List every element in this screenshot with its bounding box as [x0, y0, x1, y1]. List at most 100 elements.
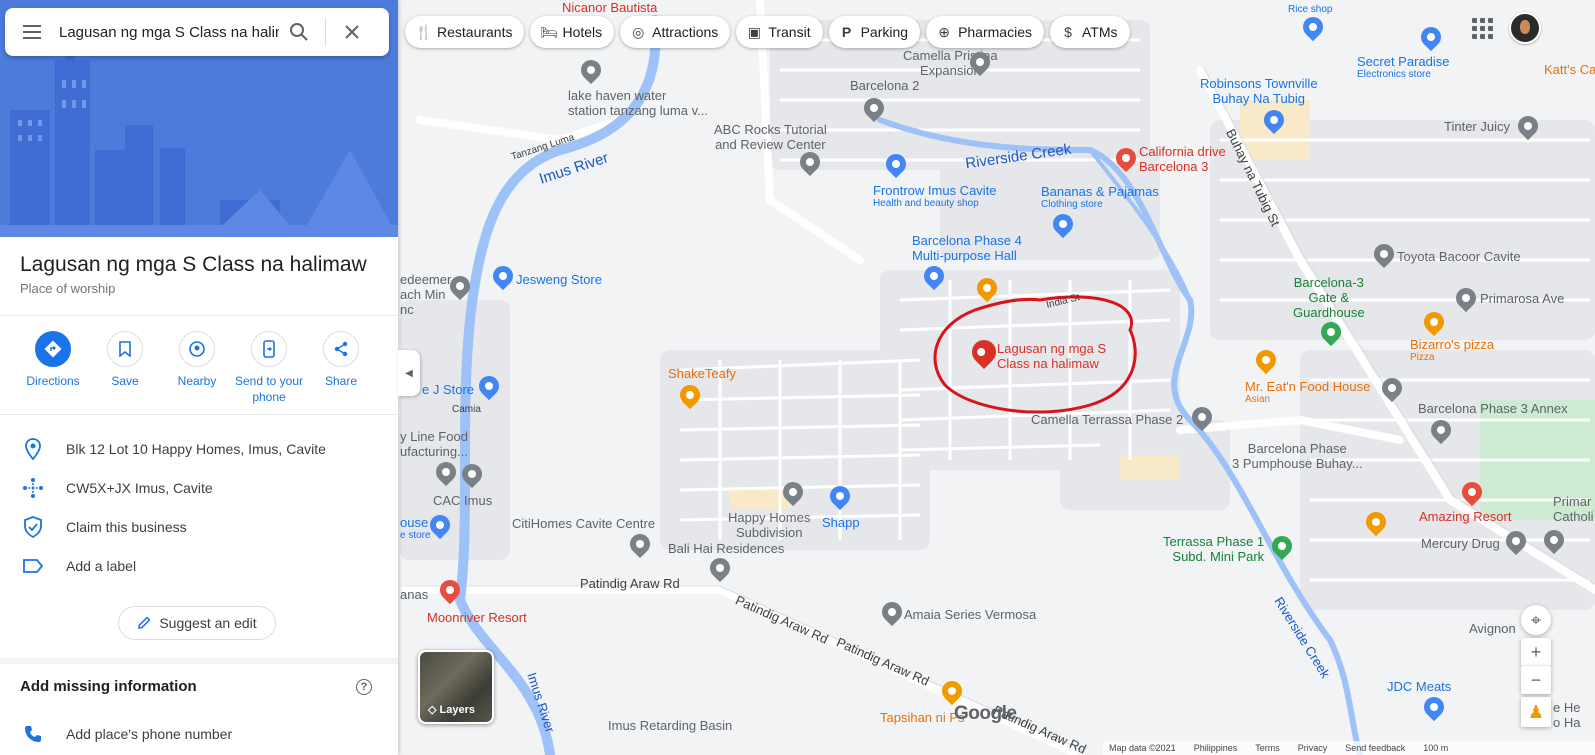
poi-bali-hai[interactable]: Bali Hai Residences	[668, 541, 784, 556]
poi-barcelona3-gate[interactable]: Barcelona-3 Gate & Guardhouse	[1293, 275, 1365, 320]
poi-mercury[interactable]: Mercury Drug	[1421, 536, 1500, 551]
poi-shaketeafy[interactable]: ShakeTeafy	[668, 366, 736, 381]
chip-pharmacies[interactable]: ⊕ Pharmacies	[926, 16, 1044, 48]
my-location-button[interactable]: ⌖	[1521, 605, 1551, 635]
add-label-row[interactable]: Add a label	[0, 548, 398, 584]
apps-grid-icon[interactable]	[1470, 16, 1494, 40]
chip-restaurants[interactable]: 🍴 Restaurants	[405, 16, 525, 48]
poi-citihomes[interactable]: CitiHomes Cavite Centre	[512, 516, 655, 531]
send-to-phone-button[interactable]: Send to your phone	[233, 331, 305, 405]
poi-cac[interactable]: CAC Imus	[433, 493, 492, 508]
poi-amazing[interactable]: Amazing Resort	[1419, 509, 1511, 524]
poi-sublabel: Electronics store	[1357, 69, 1431, 80]
chip-atms[interactable]: $ ATMs	[1049, 16, 1130, 48]
send-feedback-link[interactable]: Send feedback	[1345, 743, 1405, 753]
share-button[interactable]: Share	[305, 331, 377, 405]
bookmark-icon	[107, 331, 143, 367]
poi-primar[interactable]: Primar Catholi	[1553, 494, 1593, 524]
poi-house[interactable]: ouse e store	[400, 515, 431, 542]
directions-button[interactable]: Directions	[17, 331, 89, 405]
chip-hotels[interactable]: 🛏 Hotels	[530, 16, 615, 48]
account-avatar[interactable]	[1509, 12, 1541, 44]
menu-icon[interactable]	[5, 8, 59, 56]
divider	[0, 414, 398, 415]
poi-sublabel: Health and beauty shop	[873, 198, 979, 209]
bed-icon: 🛏	[540, 23, 559, 40]
poi-california[interactable]: California drive Barcelona 3	[1139, 144, 1226, 174]
poi-rice-shop[interactable]: Rice shop	[1288, 2, 1332, 17]
poi-primarosa[interactable]: Primarosa Ave	[1480, 291, 1564, 306]
poi-katts[interactable]: Katt's Ca	[1544, 62, 1595, 77]
poi-anas[interactable]: anas	[400, 587, 428, 602]
save-button[interactable]: Save	[89, 331, 161, 405]
suggest-edit-button[interactable]: Suggest an edit	[118, 606, 276, 640]
poi-sublabel: Pizza	[1410, 352, 1435, 363]
poi-secret-paradise[interactable]: Secret Paradise Electronics store	[1357, 54, 1450, 81]
atm-icon: $	[1064, 24, 1072, 40]
poi-barcelona3-annex[interactable]: Barcelona Phase 3 Annex	[1418, 401, 1568, 416]
pegman-button[interactable]: ♟	[1521, 697, 1551, 727]
poi-terrassa1[interactable]: Terrassa Phase 1 Subd. Mini Park	[1163, 534, 1264, 564]
poi-lake-haven[interactable]: lake haven water station tanzang luma v..…	[568, 88, 708, 118]
poi-robinsons[interactable]: Robinsons Townville Buhay Na Tubig	[1200, 76, 1318, 106]
search-button[interactable]	[279, 8, 319, 56]
poi-abc-rocks[interactable]: ABC Rocks Tutorial and Review Center	[714, 122, 827, 152]
poi-barcelona-pump[interactable]: Barcelona Phase 3 Pumphouse Buhay...	[1232, 441, 1363, 471]
layers-icon: ◇	[428, 704, 440, 716]
poi-avignon[interactable]: Avignon	[1469, 621, 1516, 636]
collapse-panel-button[interactable]: ◀	[398, 350, 420, 396]
address-row[interactable]: Blk 12 Lot 10 Happy Homes, Imus, Cavite	[0, 431, 398, 467]
poi-barcelona2[interactable]: Barcelona 2	[850, 78, 919, 93]
poi-edge[interactable]: e He o Ha	[1553, 700, 1580, 730]
poi-camella-terrassa[interactable]: Camella Terrassa Phase 2	[1031, 412, 1183, 427]
help-icon[interactable]: ?	[356, 679, 372, 695]
chip-label: Attractions	[652, 24, 719, 40]
zoom-out-button[interactable]: −	[1521, 666, 1551, 694]
poi-toyota[interactable]: Toyota Bacoor Cavite	[1397, 249, 1521, 264]
poi-label: Robinsons Townville	[1200, 76, 1318, 91]
poi-label: California drive	[1139, 144, 1226, 159]
poi-barcelona4[interactable]: Barcelona Phase 4 Multi-purpose Hall	[912, 233, 1022, 263]
plus-icon: +	[1530, 641, 1542, 662]
clear-search-button[interactable]	[332, 8, 372, 56]
poi-frontrow[interactable]: Frontrow Imus Cavite Health and beauty sh…	[873, 183, 997, 210]
zoom-in-button[interactable]: +	[1521, 638, 1551, 666]
chip-attractions[interactable]: ◎ Attractions	[620, 16, 731, 48]
poi-happy-homes[interactable]: Happy Homes Subdivision	[728, 510, 810, 540]
poi-tinter[interactable]: Tinter Juicy	[1444, 119, 1510, 134]
poi-line-food[interactable]: y Line Food ufacturing...	[400, 429, 468, 459]
scale-bar[interactable]: 100 m	[1423, 743, 1448, 753]
search-input[interactable]	[59, 17, 279, 47]
search-divider	[325, 18, 326, 46]
poi-j-store[interactable]: e J Store	[422, 382, 474, 397]
label-icon	[0, 558, 66, 574]
poi-tapsihan[interactable]: Tapsihan ni Ps	[880, 710, 965, 725]
poi-imus-retarding[interactable]: Imus Retarding Basin	[608, 718, 732, 733]
poi-shapp[interactable]: Shapp	[822, 515, 860, 530]
layers-button[interactable]: ◇ Layers	[418, 650, 494, 724]
poi-bananas[interactable]: Bananas & Pajamas Clothing store	[1041, 184, 1159, 211]
chip-transit[interactable]: ▣ Transit	[736, 16, 823, 48]
poi-mreatn[interactable]: Mr. Eat'n Food House Asian	[1245, 379, 1370, 406]
poi-label: Class na halimaw	[997, 356, 1099, 371]
place-category[interactable]: Place of worship	[20, 281, 115, 296]
poi-bizarros[interactable]: Bizarro's pizza Pizza	[1410, 337, 1494, 364]
poi-redeemer[interactable]: edeemer ach Min nc	[400, 272, 451, 317]
poi-jdc[interactable]: JDC Meats	[1387, 679, 1451, 694]
poi-moonriver[interactable]: Moonriver Resort	[427, 610, 527, 625]
country-link[interactable]: Philippines	[1194, 743, 1238, 753]
chip-parking[interactable]: P Parking	[828, 16, 921, 48]
phone-icon	[0, 725, 66, 743]
terms-link[interactable]: Terms	[1255, 743, 1280, 753]
privacy-link[interactable]: Privacy	[1298, 743, 1328, 753]
bus-icon: ▣	[747, 23, 761, 40]
poi-label: ABC Rocks Tutorial	[714, 122, 827, 137]
claim-business-row[interactable]: Claim this business	[0, 509, 398, 545]
poi-amaia[interactable]: Amaia Series Vermosa	[904, 607, 1036, 622]
poi-nicanor[interactable]: Nicanor Bautista	[562, 0, 657, 15]
plus-code-row[interactable]: CW5X+JX Imus, Cavite	[0, 470, 398, 506]
nearby-button[interactable]: Nearby	[161, 331, 233, 405]
poi-selected-place[interactable]: Lagusan ng mga S Class na halimaw	[997, 341, 1106, 371]
add-phone-row[interactable]: Add place's phone number	[0, 718, 398, 750]
poi-jesweng[interactable]: Jesweng Store	[516, 272, 602, 287]
